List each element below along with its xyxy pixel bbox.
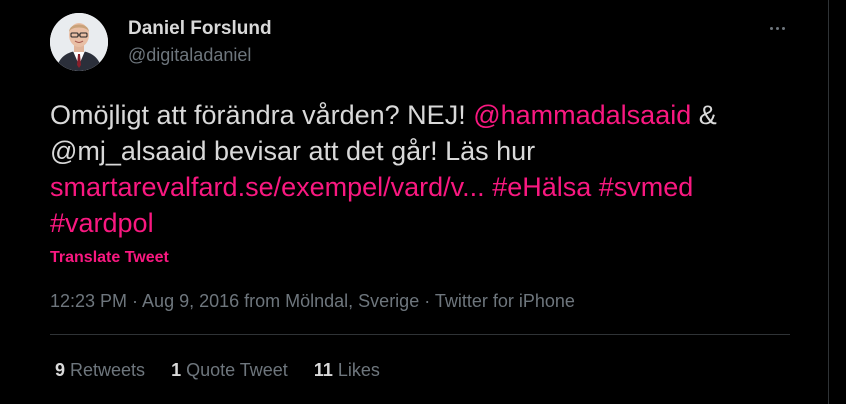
tweet-detail: Daniel Forslund @digitaladaniel Omöjligt…: [0, 0, 846, 404]
profile-photo-icon: [50, 13, 108, 71]
quote-tweets-label: Quote Tweet: [186, 360, 288, 380]
tweet-line-1: Omöjligt att förändra vården? NEJ! @hamm…: [50, 97, 820, 133]
tweet-metadata[interactable]: 12:23 PM · Aug 9, 2016 from Mölndal, Sve…: [50, 291, 575, 312]
tweet-text-segment: Omöjligt att förändra vården? NEJ!: [50, 100, 474, 130]
quote-tweets-stat[interactable]: 1 Quote Tweet: [171, 360, 288, 381]
retweets-stat[interactable]: 9 Retweets: [55, 360, 145, 381]
tweet-line-2: @mj_alsaaid bevisar att det går! Läs hur: [50, 136, 536, 166]
tweet-line-4: #vardpol: [50, 205, 820, 241]
tweet-text: Omöjligt att förändra vården? NEJ! @hamm…: [50, 97, 820, 241]
tweet-stats: 9 Retweets 1 Quote Tweet 11 Likes: [55, 360, 406, 381]
hashtag-link[interactable]: #eHälsa: [492, 172, 591, 202]
divider: [50, 334, 790, 335]
translate-tweet-link[interactable]: Translate Tweet: [50, 249, 169, 267]
retweets-label: Retweets: [70, 360, 146, 380]
url-link[interactable]: smartarevalfard.se/exempel/vard/v...: [50, 172, 485, 202]
column-border: [828, 0, 829, 404]
hashtag-link[interactable]: #svmed: [599, 172, 694, 202]
quote-tweets-count: 1: [171, 360, 182, 380]
author-handle[interactable]: @digitaladaniel: [128, 45, 251, 66]
tweet-line-3: smartarevalfard.se/exempel/vard/v... #eH…: [50, 169, 820, 205]
likes-label: Likes: [337, 360, 380, 380]
tweet-text-segment: &: [691, 100, 717, 130]
likes-stat[interactable]: 11 Likes: [314, 360, 380, 381]
mention-link[interactable]: @hammadalsaaid: [473, 100, 691, 130]
hashtag-link[interactable]: #vardpol: [50, 208, 154, 238]
avatar[interactable]: [50, 13, 108, 71]
likes-count: 11: [313, 360, 333, 380]
retweets-count: 9: [55, 360, 66, 380]
author-name[interactable]: Daniel Forslund: [128, 18, 272, 40]
more-options-icon[interactable]: [762, 17, 792, 39]
